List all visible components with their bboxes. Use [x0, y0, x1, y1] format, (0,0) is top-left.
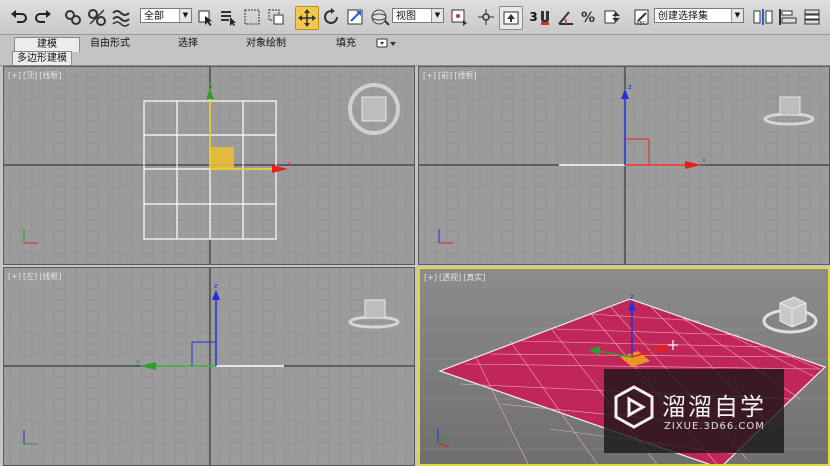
- viewcube-front[interactable]: [763, 96, 815, 126]
- select-and-rotate-icon[interactable]: [321, 6, 341, 28]
- tab-selection[interactable]: 选择: [168, 37, 208, 51]
- named-selection-set-value: 创建选择集: [658, 11, 708, 22]
- viewport-left[interactable]: z y [+] [左] [线框]: [3, 267, 415, 466]
- axis-tripod-icon: [437, 429, 451, 448]
- viewport-point-of-view-label[interactable]: [顶]: [23, 71, 37, 80]
- chevron-down-icon: ▼: [431, 9, 443, 22]
- undo-icon[interactable]: [8, 6, 30, 28]
- viewport-menu-plus[interactable]: [+]: [8, 272, 21, 281]
- edit-named-selection-icon[interactable]: ABC: [632, 6, 652, 28]
- viewport-menu-plus[interactable]: [+]: [424, 273, 437, 282]
- selection-filter-value: 全部: [144, 11, 164, 22]
- play-logo-icon: [614, 385, 654, 429]
- bind-to-space-warp-icon[interactable]: [110, 6, 132, 28]
- reference-coordinate-icon[interactable]: [369, 6, 391, 28]
- reference-coordinate-value: 视图: [396, 11, 416, 22]
- rectangular-selection-icon[interactable]: [242, 6, 262, 28]
- viewport-front-grid: z x: [419, 67, 829, 264]
- percent-snap-icon[interactable]: %: [579, 6, 599, 28]
- ribbon-options-icon: [376, 38, 396, 48]
- viewport-point-of-view-label[interactable]: [前]: [438, 71, 452, 80]
- viewport-shading-label[interactable]: [线框]: [39, 272, 61, 281]
- ribbon-options-button[interactable]: [374, 37, 398, 51]
- viewport-front[interactable]: z x [+] [前] [线框]: [418, 66, 830, 265]
- svg-text:y: y: [136, 358, 140, 366]
- pivot-point-center-icon[interactable]: [448, 6, 470, 28]
- svg-text:x: x: [702, 156, 706, 164]
- select-and-move-icon[interactable]: [295, 6, 319, 30]
- ribbon-subtab-polygon-modeling[interactable]: 多边形建模: [12, 51, 72, 66]
- svg-text:z: z: [630, 293, 634, 301]
- move-gizmo[interactable]: z y: [136, 282, 220, 370]
- snaps-toggle[interactable]: 3: [528, 6, 552, 28]
- spinner-snap-icon[interactable]: [602, 6, 622, 28]
- chevron-down-icon: ▼: [731, 9, 743, 22]
- select-by-name-icon[interactable]: [218, 6, 238, 28]
- snap-magnet-icon: [540, 11, 549, 25]
- ribbon: 建模 自由形式 选择 对象绘制 填充 多边形建模: [0, 35, 830, 66]
- viewcube-left[interactable]: [348, 299, 400, 329]
- watermark-title: 溜溜自学: [662, 393, 766, 421]
- viewport-shading-label[interactable]: [线框]: [39, 71, 61, 80]
- keyboard-shortcut-override-icon[interactable]: [499, 6, 523, 30]
- selection-filter-dropdown[interactable]: 全部 ▼: [140, 8, 192, 23]
- chevron-down-icon: ▼: [179, 9, 191, 22]
- watermark-url: ZIXUE.3D66.COM: [664, 421, 765, 432]
- named-selection-set-dropdown[interactable]: 创建选择集 ▼: [654, 8, 744, 23]
- viewport-menu-plus[interactable]: [+]: [423, 71, 436, 80]
- viewport-shading-label[interactable]: [真实]: [463, 273, 485, 282]
- svg-text:z: z: [214, 282, 218, 290]
- svg-text:y: y: [209, 81, 213, 89]
- watermark-overlay: 溜溜自学 ZIXUE.3D66.COM: [604, 369, 784, 453]
- window-crossing-icon[interactable]: [266, 6, 286, 28]
- reference-coordinate-dropdown[interactable]: 视图 ▼: [392, 8, 444, 23]
- viewcube-top[interactable]: [348, 83, 400, 135]
- tab-modeling[interactable]: 建模: [14, 37, 80, 52]
- viewport-top-label[interactable]: [+] [顶] [线框]: [8, 70, 63, 81]
- layer-manager-icon[interactable]: [802, 6, 824, 28]
- tab-object-paint[interactable]: 对象绘制: [236, 37, 296, 51]
- viewcube-perspective[interactable]: [762, 296, 818, 334]
- svg-text:ABC: ABC: [636, 21, 647, 26]
- angle-snap-icon[interactable]: [556, 6, 576, 28]
- svg-text:x: x: [287, 160, 291, 168]
- select-and-link-icon[interactable]: [62, 6, 84, 28]
- viewport-top-grid: y x: [4, 67, 414, 264]
- viewport-point-of-view-label[interactable]: [透视]: [439, 273, 461, 282]
- main-toolbar: 全部 ▼ 视图 ▼ 3 % ABC 创建选择集 ▼: [0, 0, 830, 35]
- mirror-icon[interactable]: [752, 6, 774, 28]
- viewport-left-label[interactable]: [+] [左] [线框]: [8, 271, 63, 282]
- select-and-manipulate-icon[interactable]: [476, 6, 496, 28]
- select-object-icon[interactable]: [195, 6, 215, 28]
- viewport-left-grid: z y: [4, 268, 414, 465]
- viewport-top[interactable]: y x [+] [顶] [线框]: [3, 66, 415, 265]
- align-icon[interactable]: [776, 6, 798, 28]
- viewport-menu-plus[interactable]: [+]: [8, 71, 21, 80]
- snap-dimension-label: 3: [529, 10, 538, 24]
- tab-freeform[interactable]: 自由形式: [82, 37, 138, 51]
- unlink-selection-icon[interactable]: [86, 6, 108, 28]
- svg-text:%: %: [581, 10, 595, 26]
- viewport-front-label[interactable]: [+] [前] [线框]: [423, 70, 478, 81]
- viewport-perspective-label[interactable]: [+] [透视] [真实]: [424, 272, 487, 283]
- viewport-point-of-view-label[interactable]: [左]: [23, 272, 37, 281]
- tab-populate[interactable]: 填充: [326, 37, 366, 51]
- viewport-shading-label[interactable]: [线框]: [454, 71, 476, 80]
- redo-icon[interactable]: [32, 6, 54, 28]
- svg-text:z: z: [628, 83, 632, 91]
- select-and-scale-icon[interactable]: [345, 6, 365, 28]
